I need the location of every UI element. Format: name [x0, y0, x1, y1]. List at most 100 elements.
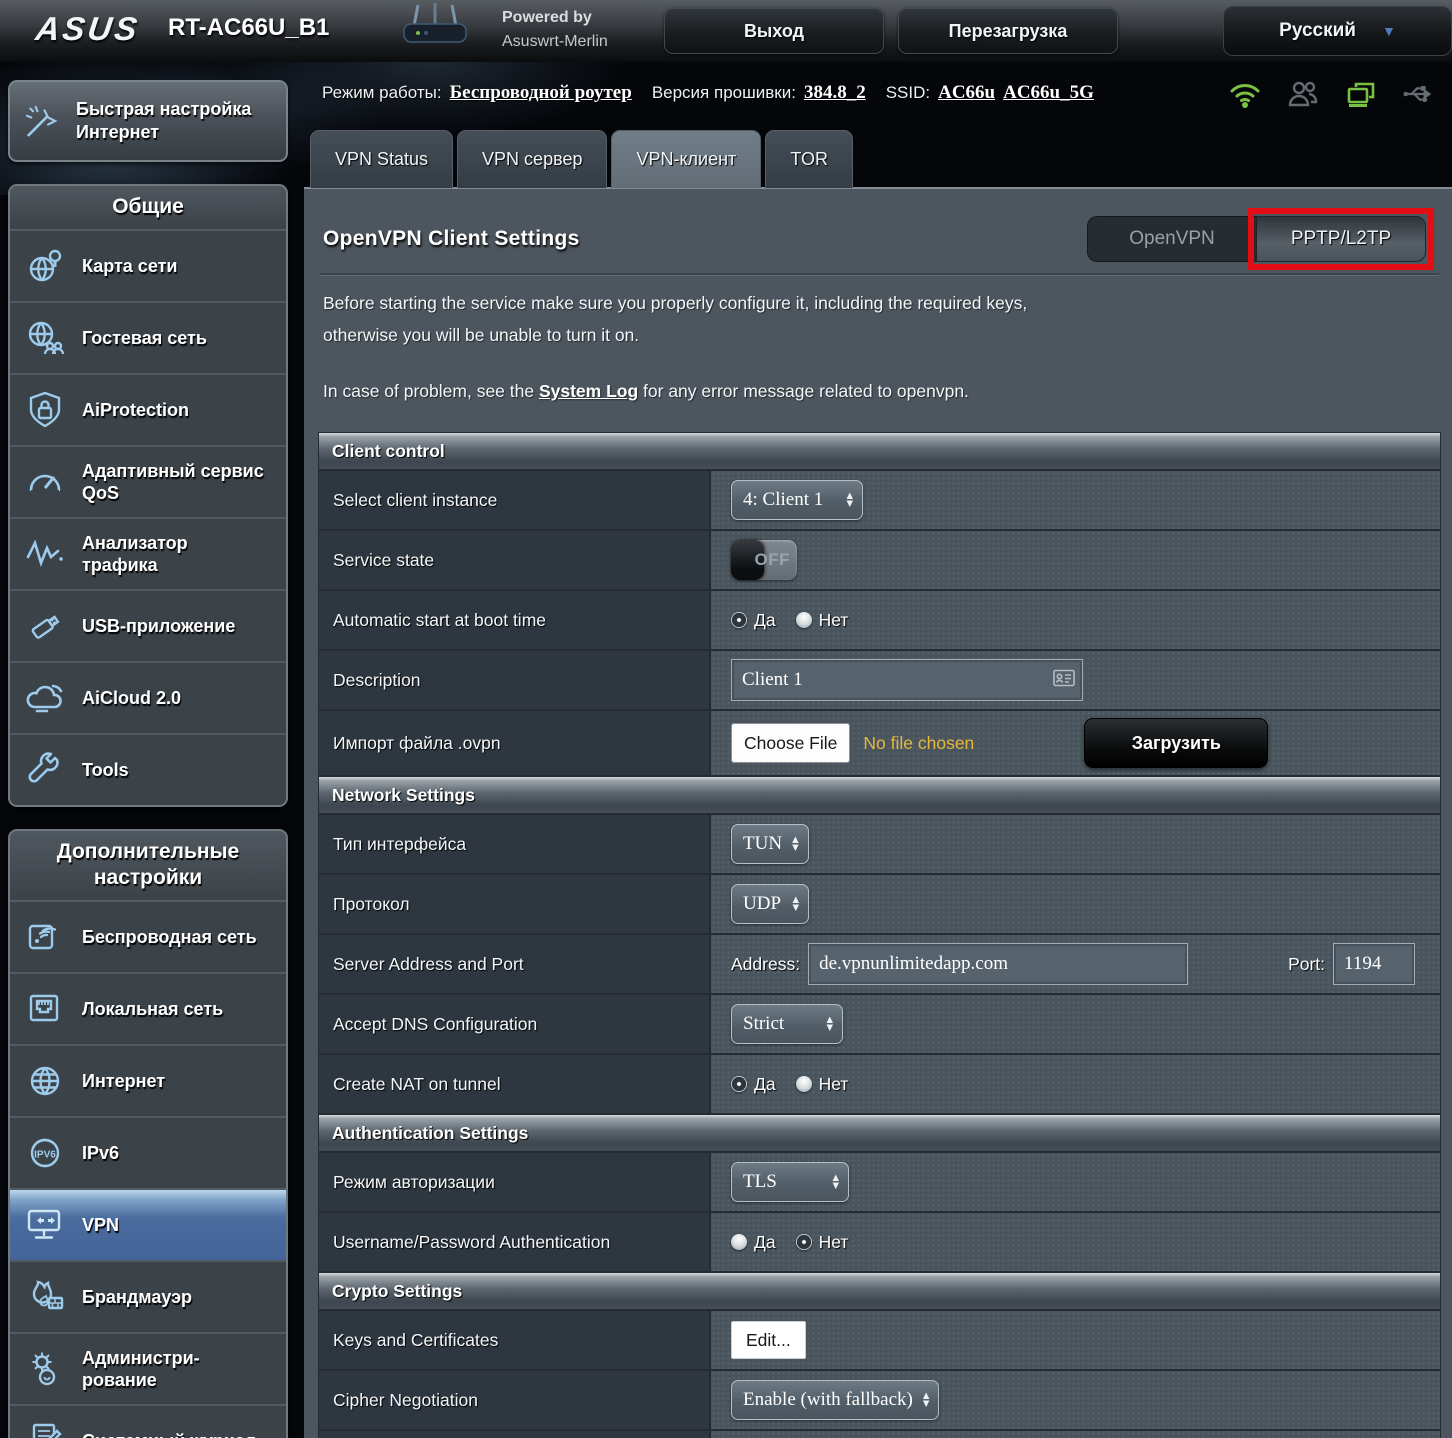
main-content: OpenVPN Client Settings OpenVPN PPTP/L2T… [304, 187, 1452, 1438]
administration-label: Администри- рование [82, 1348, 200, 1390]
service-state-toggle[interactable]: OFF [731, 540, 797, 580]
svg-text:IPV6: IPV6 [34, 1150, 56, 1161]
intro-text: Before starting the service make sure yo… [323, 293, 1028, 345]
powered-by: Powered by Asuswrt-Merlin [502, 9, 608, 50]
language-label: Русский [1279, 20, 1356, 41]
nat-no-radio[interactable] [795, 1076, 812, 1092]
sidebar-item-wireless[interactable]: Беспроводная сеть [10, 902, 286, 974]
aiprotection-icon [22, 387, 68, 433]
system-log-link[interactable]: System Log [539, 381, 638, 401]
language-dropdown[interactable]: Русский ▼ [1223, 6, 1452, 56]
vpn-tabstrip: VPN Status VPN сервер VPN-клиент TOR [310, 130, 853, 188]
sidebar-item-aiprotection[interactable]: AiProtection [10, 375, 286, 447]
lan-icon [22, 986, 68, 1032]
ssid-5g-link[interactable]: AC66u_5G [1003, 82, 1094, 104]
logout-button[interactable]: Выход [664, 8, 884, 54]
tab-tor[interactable]: TOR [765, 130, 853, 188]
description-input[interactable] [731, 659, 1083, 701]
ssid-main-link[interactable]: AC66u [938, 82, 995, 104]
edit-keys-button[interactable]: Edit... [731, 1321, 806, 1359]
sidebar-item-internet[interactable]: Интернет [10, 1046, 286, 1118]
server-port-input[interactable] [1333, 943, 1416, 985]
protocol-select[interactable]: UDP ▲ ▼ [731, 884, 809, 924]
select-arrows-icon: ▲ ▼ [846, 491, 853, 509]
tab-vpn-server[interactable]: VPN сервер [457, 130, 608, 188]
clients-status-icon[interactable] [1286, 78, 1320, 110]
qos-icon [22, 459, 68, 505]
problem-text: In case of problem, see the System Log f… [323, 381, 969, 401]
row-description: Description [319, 651, 1440, 709]
ipv6-icon: IPV6 [22, 1130, 68, 1176]
sidebar-item-traffic-analyzer[interactable]: Анализатор трафика [10, 519, 286, 591]
guest-network-icon [22, 315, 68, 361]
cipher-negotiation-select[interactable]: Enable (with fallback) ▲ ▼ [731, 1380, 940, 1420]
aicloud-icon [22, 675, 68, 721]
ssid-label: SSID: [885, 83, 931, 102]
system-log-icon [22, 1418, 68, 1438]
top-banner: ASUS RT-AC66U_B1 Powered by Asuswrt-Merl… [0, 0, 1452, 62]
row-select-client-instance: Select client instance 4: Client 1 ▲ ▼ [319, 471, 1440, 529]
upload-button[interactable]: Загрузить [1084, 718, 1269, 768]
sidebar-item-firewall[interactable]: Брандмауэр [10, 1262, 286, 1334]
row-import-ovpn: Импорт файла .ovpn Choose File No file c… [319, 711, 1440, 775]
firmware-link[interactable]: 384.8_2 [804, 82, 866, 104]
sidebar-item-tools[interactable]: Tools [10, 735, 286, 805]
openvpn-switch-button[interactable]: OpenVPN [1087, 216, 1256, 262]
row-service-state: Service state OFF [319, 531, 1440, 589]
sidebar-item-usb-application[interactable]: USB-приложение [10, 591, 286, 663]
vpn-icon [22, 1202, 68, 1248]
sidebar-item-network-map[interactable]: Карта сети [10, 231, 286, 303]
select-arrows-icon: ▲ ▼ [792, 835, 799, 853]
sidebar-item-administration[interactable]: Администри- рование [10, 1334, 286, 1406]
userpass-yes-radio[interactable] [731, 1234, 747, 1250]
nat-yes-radio[interactable] [731, 1076, 747, 1092]
client-instance-select[interactable]: 4: Client 1 ▲ ▼ [731, 480, 863, 520]
usb-status-icon[interactable] [1402, 78, 1436, 110]
row-create-nat: Create NAT on tunnel Да Нет [319, 1055, 1440, 1113]
contact-card-icon[interactable] [1053, 669, 1075, 692]
internet-icon [22, 1058, 68, 1104]
sidebar-item-vpn[interactable]: VPN [10, 1190, 286, 1262]
status-icons [1228, 78, 1436, 110]
tab-vpn-client[interactable]: VPN-клиент [611, 130, 762, 188]
sidebar-item-aicloud[interactable]: AiCloud 2.0 [10, 663, 286, 735]
row-userpass-auth: Username/Password Authentication Да Нет [319, 1213, 1440, 1271]
sidebar-item-adaptive-qos[interactable]: Адаптивный сервис QoS [10, 447, 286, 519]
sidebar-item-quick-internet-setup[interactable]: Быстрая настройка Интернет [8, 80, 288, 162]
tab-vpn-status[interactable]: VPN Status [310, 130, 454, 188]
sidebar-group-general: Общие Карта сети Гостевая сеть AiProtect… [8, 184, 288, 807]
status-text: Режим работы: Беспроводной роутер Версия… [322, 82, 1094, 104]
auto-start-yes-radio[interactable] [731, 612, 747, 628]
sidebar-group-advanced: Дополнительные настройки Беспроводная се… [8, 829, 288, 1438]
model-name: RT-AC66U_B1 [168, 14, 330, 41]
head-divider [320, 273, 1439, 275]
sidebar-item-lan[interactable]: Локальная сеть [10, 974, 286, 1046]
row-protocol: Протокол UDP ▲ ▼ [319, 875, 1440, 933]
traffic-analyzer-label: Анализатор трафика [82, 533, 188, 575]
sidebar-item-system-log[interactable]: Системный журнал [10, 1406, 286, 1438]
quick-setup-label: Быстрая настройка Интернет [76, 99, 252, 142]
reboot-button[interactable]: Перезагрузка [898, 8, 1118, 54]
accept-dns-select[interactable]: Strict ▲ ▼ [731, 1004, 843, 1044]
vpn-type-switch: OpenVPN PPTP/L2TP [1087, 216, 1426, 262]
sidebar: Быстрая настройка Интернет Общие Карта с… [8, 80, 288, 1438]
wifi-status-icon[interactable] [1228, 78, 1262, 110]
auth-mode-select[interactable]: TLS ▲ ▼ [731, 1162, 849, 1202]
mode-link[interactable]: Беспроводной роутер [450, 82, 632, 104]
userpass-no-radio[interactable] [795, 1234, 812, 1250]
select-arrows-icon: ▲ ▼ [826, 1015, 833, 1033]
traffic-analyzer-icon [22, 531, 68, 577]
server-address-input[interactable] [808, 943, 1189, 985]
choose-file-button[interactable]: Choose File [731, 723, 851, 763]
sidebar-item-guest-network[interactable]: Гостевая сеть [10, 303, 286, 375]
group-title-general: Общие [10, 186, 286, 231]
select-arrows-icon: ▲ ▼ [922, 1391, 930, 1409]
auto-start-no-radio[interactable] [795, 612, 812, 628]
network-devices-status-icon[interactable] [1344, 78, 1378, 110]
interface-type-select[interactable]: TUN ▲ ▼ [731, 824, 809, 864]
row-interface-type: Тип интерфейса TUN ▲ ▼ [319, 815, 1440, 873]
page-title: OpenVPN Client Settings [323, 227, 580, 250]
sidebar-item-ipv6[interactable]: IPV6 IPv6 [10, 1118, 286, 1190]
router-admin-page: ASUS RT-AC66U_B1 Powered by Asuswrt-Merl… [0, 0, 1452, 1438]
pptp-l2tp-switch-button[interactable]: PPTP/L2TP [1256, 216, 1426, 262]
